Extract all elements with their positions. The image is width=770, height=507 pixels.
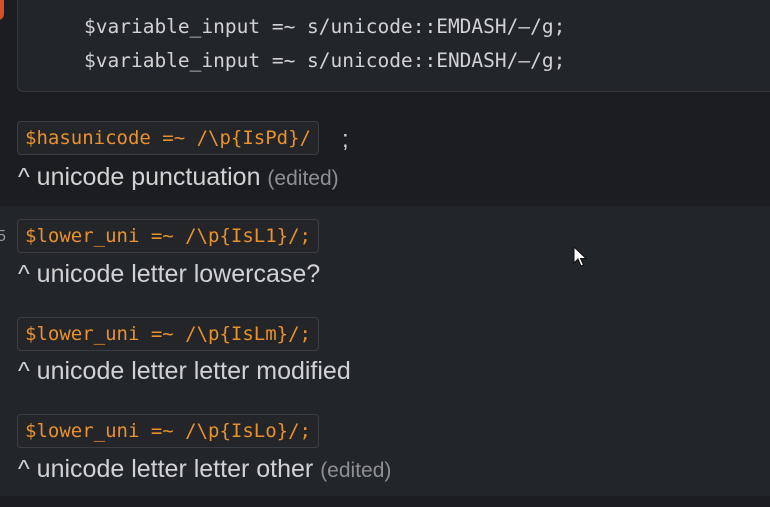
trailing-text: ; (342, 126, 349, 153)
message-list: $variable_input =~ s/unicode::EMDASH/–/g… (0, 0, 770, 507)
message-hasunicode[interactable]: $hasunicode =~ /\p{IsPd}/ ; ^ unicode pu… (0, 104, 770, 206)
code-block[interactable]: $variable_input =~ s/unicode::EMDASH/–/g… (17, 0, 770, 92)
message-text: ^ unicode letter letter other (edited) (18, 455, 391, 484)
edited-label: (edited) (267, 167, 339, 190)
message-caption: ^ unicode letter letter other (18, 455, 314, 483)
notification-badge (0, 0, 4, 20)
inline-code: $lower_uni =~ /\p{IsLo}/; (17, 414, 319, 448)
timestamp-fragment: 5 (0, 228, 6, 245)
message-code-block[interactable]: $variable_input =~ s/unicode::EMDASH/–/g… (0, 0, 770, 104)
message-text: ^ unicode punctuation (edited) (18, 163, 339, 192)
message-caption: ^ unicode punctuation (18, 163, 261, 191)
inline-code: $lower_uni =~ /\p{IsL1}/; (17, 219, 319, 253)
code-line: $variable_input =~ s/unicode::ENDASH/–/g… (84, 49, 566, 72)
inline-code: $lower_uni =~ /\p{IsLm}/; (17, 317, 319, 351)
message-caption: ^ unicode letter letter modified (18, 357, 351, 385)
code-line: $variable_input =~ s/unicode::EMDASH/–/g… (84, 15, 566, 38)
mouse-pointer-icon (573, 246, 587, 267)
message-group-lower-uni[interactable]: 5 $lower_uni =~ /\p{IsL1}/; ^ unicode le… (0, 206, 770, 496)
message-caption: ^ unicode letter lowercase? (18, 260, 321, 288)
inline-code: $hasunicode =~ /\p{IsPd}/ (17, 121, 319, 155)
edited-label: (edited) (320, 459, 392, 482)
